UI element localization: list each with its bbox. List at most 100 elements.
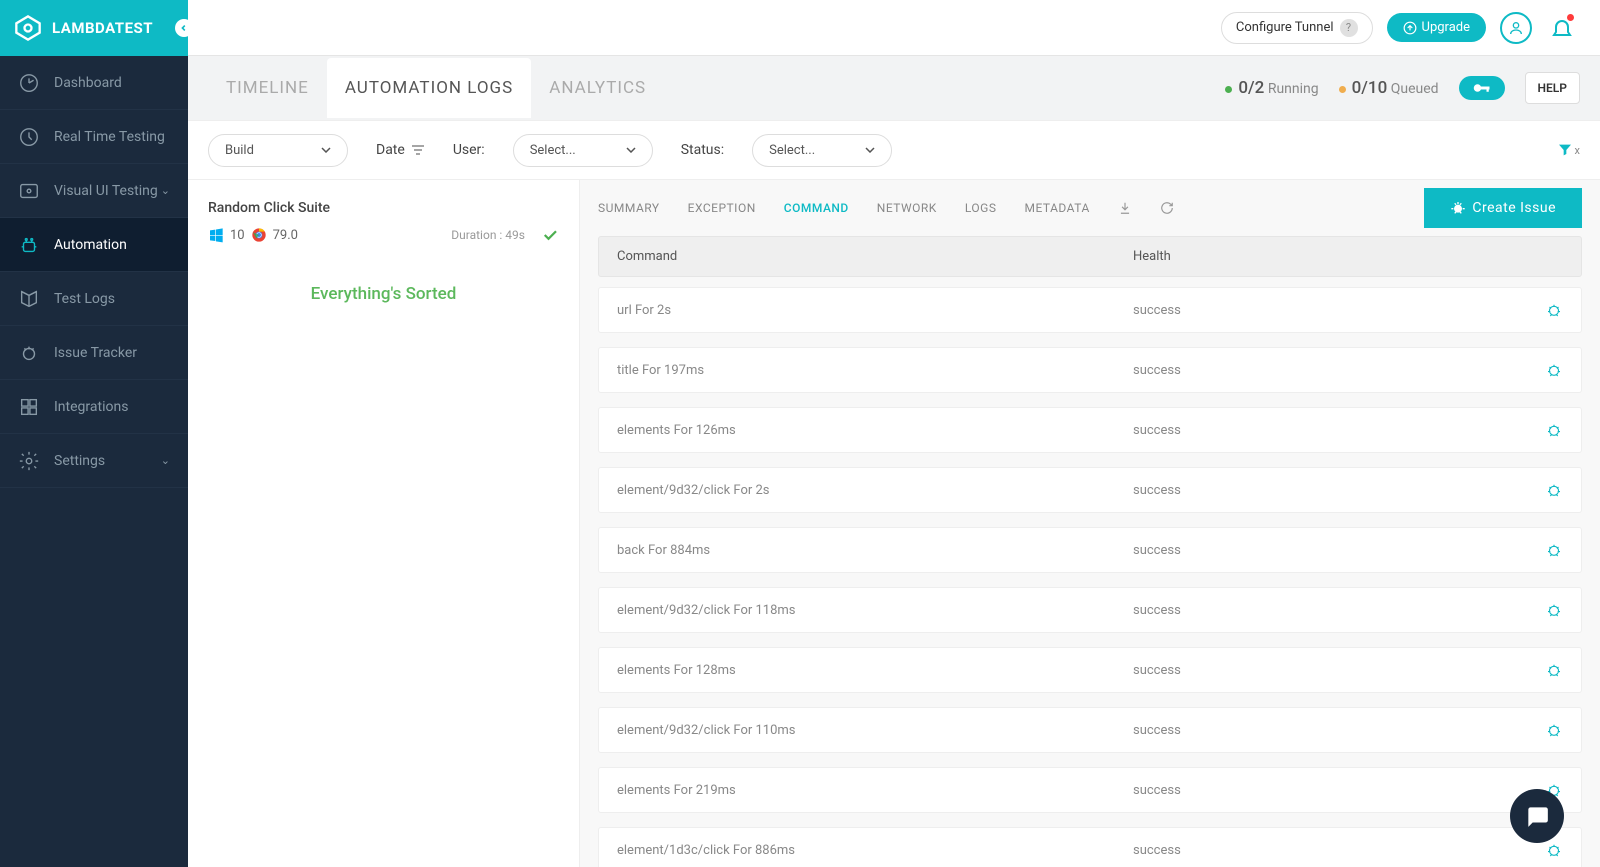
check-icon bbox=[541, 226, 559, 244]
notifications-button[interactable] bbox=[1546, 12, 1578, 44]
configure-tunnel-button[interactable]: Configure Tunnel ? bbox=[1221, 12, 1373, 44]
sidebar-item-integrations[interactable]: Integrations bbox=[0, 380, 188, 434]
command-table-header: Command Health bbox=[598, 236, 1582, 277]
command-row[interactable]: elements For 126mssuccess bbox=[598, 407, 1582, 453]
chevron-down-icon: ⌄ bbox=[161, 454, 170, 467]
nav-label: Real Time Testing bbox=[54, 129, 165, 145]
help-button[interactable]: HELP bbox=[1525, 72, 1580, 104]
command-row[interactable]: title For 197mssuccess bbox=[598, 347, 1582, 393]
health-text: success bbox=[1133, 783, 1181, 798]
command-text: elements For 126ms bbox=[617, 423, 1133, 438]
tab-timeline[interactable]: TIMELINE bbox=[208, 58, 327, 118]
upgrade-label: Upgrade bbox=[1422, 20, 1470, 35]
health-text: success bbox=[1133, 723, 1181, 738]
sidebar-item-issue-tracker[interactable]: Issue Tracker bbox=[0, 326, 188, 380]
command-row[interactable]: element/9d32/click For 118mssuccess bbox=[598, 587, 1582, 633]
download-button[interactable] bbox=[1118, 201, 1132, 215]
os-version: 10 bbox=[230, 228, 245, 243]
test-list-panel: Random Click Suite 10 79.0 Duration : 49… bbox=[188, 180, 580, 867]
nav-icon bbox=[18, 72, 40, 94]
clear-filter-button[interactable]: x bbox=[1557, 142, 1580, 158]
nav-icon bbox=[18, 288, 40, 310]
nav-label: Integrations bbox=[54, 399, 128, 415]
chevron-down-icon: ⌄ bbox=[161, 184, 170, 197]
nav-icon bbox=[18, 396, 40, 418]
command-row[interactable]: element/1d3c/click For 886mssuccess bbox=[598, 827, 1582, 867]
date-filter[interactable]: Date bbox=[376, 142, 425, 158]
command-row[interactable]: back For 884mssuccess bbox=[598, 527, 1582, 573]
bug-icon[interactable] bbox=[1545, 841, 1563, 859]
tab-network[interactable]: NETWORK bbox=[877, 201, 937, 215]
command-row[interactable]: element/9d32/click For 2ssuccess bbox=[598, 467, 1582, 513]
health-text: success bbox=[1133, 543, 1181, 558]
command-row[interactable]: elements For 219mssuccess bbox=[598, 767, 1582, 813]
sidebar: LAMBDATEST Dashboard Real Time Testing Vis… bbox=[0, 0, 188, 867]
sidebar-item-settings[interactable]: Settings ⌄ bbox=[0, 434, 188, 488]
running-status: 0/2 Running bbox=[1225, 78, 1318, 98]
create-issue-button[interactable]: Create Issue bbox=[1424, 188, 1582, 228]
bug-icon[interactable] bbox=[1545, 481, 1563, 499]
tab-metadata[interactable]: METADATA bbox=[1024, 201, 1089, 215]
status-select[interactable]: Select... bbox=[752, 134, 892, 167]
bug-icon[interactable] bbox=[1545, 721, 1563, 739]
tab-command[interactable]: COMMAND bbox=[784, 201, 849, 215]
command-text: elements For 219ms bbox=[617, 783, 1133, 798]
health-text: success bbox=[1133, 303, 1181, 318]
nav-label: Issue Tracker bbox=[54, 345, 137, 361]
chat-fab-button[interactable] bbox=[1510, 789, 1564, 843]
status-pills: 0/2 Running 0/10 Queued HELP bbox=[1225, 72, 1580, 104]
tab-summary[interactable]: SUMMARY bbox=[598, 201, 660, 215]
nav-label: Settings bbox=[54, 453, 105, 469]
command-row[interactable]: elements For 128mssuccess bbox=[598, 647, 1582, 693]
sidebar-item-test-logs[interactable]: Test Logs bbox=[0, 272, 188, 326]
health-text: success bbox=[1133, 363, 1181, 378]
detail-panel: SUMMARY EXCEPTION COMMAND NETWORK LOGS M… bbox=[580, 180, 1600, 867]
bug-icon[interactable] bbox=[1545, 661, 1563, 679]
tab-exception[interactable]: EXCEPTION bbox=[688, 201, 756, 215]
health-text: success bbox=[1133, 663, 1181, 678]
chrome-icon bbox=[251, 227, 267, 243]
upgrade-button[interactable]: Upgrade bbox=[1387, 13, 1486, 42]
duration: Duration : 49s bbox=[451, 228, 525, 242]
bug-icon[interactable] bbox=[1545, 601, 1563, 619]
tab-analytics[interactable]: ANALYTICS bbox=[531, 58, 664, 118]
suite-title: Random Click Suite bbox=[208, 200, 559, 216]
topbar: Configure Tunnel ? Upgrade bbox=[188, 0, 1600, 56]
nav-label: Test Logs bbox=[54, 291, 115, 307]
bug-icon[interactable] bbox=[1545, 421, 1563, 439]
access-key-button[interactable] bbox=[1459, 76, 1505, 100]
refresh-button[interactable] bbox=[1160, 201, 1174, 215]
build-select[interactable]: Build bbox=[208, 134, 348, 167]
sorted-message: Everything's Sorted bbox=[208, 284, 559, 304]
tab-automation-logs[interactable]: AUTOMATION LOGS bbox=[327, 58, 531, 118]
nav-icon bbox=[18, 180, 40, 202]
bug-icon[interactable] bbox=[1545, 361, 1563, 379]
bug-icon[interactable] bbox=[1545, 301, 1563, 319]
nav-label: Automation bbox=[54, 237, 127, 253]
nav-label: Visual UI Testing bbox=[54, 183, 158, 199]
health-text: success bbox=[1133, 603, 1181, 618]
health-text: success bbox=[1133, 483, 1181, 498]
bug-icon[interactable] bbox=[1545, 541, 1563, 559]
sidebar-item-automation[interactable]: Automation bbox=[0, 218, 188, 272]
command-text: element/9d32/click For 118ms bbox=[617, 603, 1133, 618]
command-row[interactable]: url For 2ssuccess bbox=[598, 287, 1582, 333]
profile-button[interactable] bbox=[1500, 12, 1532, 44]
sidebar-item-dashboard[interactable]: Dashboard bbox=[0, 56, 188, 110]
brand-text: LAMBDATEST bbox=[52, 19, 153, 37]
col-command: Command bbox=[617, 249, 1133, 264]
command-text: elements For 128ms bbox=[617, 663, 1133, 678]
command-row[interactable]: element/9d32/click For 110mssuccess bbox=[598, 707, 1582, 753]
notification-dot-icon bbox=[1567, 14, 1574, 21]
nav-icon bbox=[18, 126, 40, 148]
sidebar-item-visual-ui-testing[interactable]: Visual UI Testing⌄ bbox=[0, 164, 188, 218]
user-select[interactable]: Select... bbox=[513, 134, 653, 167]
sidebar-item-real-time-testing[interactable]: Real Time Testing bbox=[0, 110, 188, 164]
command-text: title For 197ms bbox=[617, 363, 1133, 378]
sidebar-header: LAMBDATEST bbox=[0, 0, 188, 56]
status-label: Status: bbox=[681, 142, 724, 158]
help-icon: ? bbox=[1340, 19, 1358, 37]
sidebar-collapse-button[interactable] bbox=[175, 19, 193, 37]
nav-label: Dashboard bbox=[54, 75, 122, 91]
tab-logs[interactable]: LOGS bbox=[965, 201, 997, 215]
